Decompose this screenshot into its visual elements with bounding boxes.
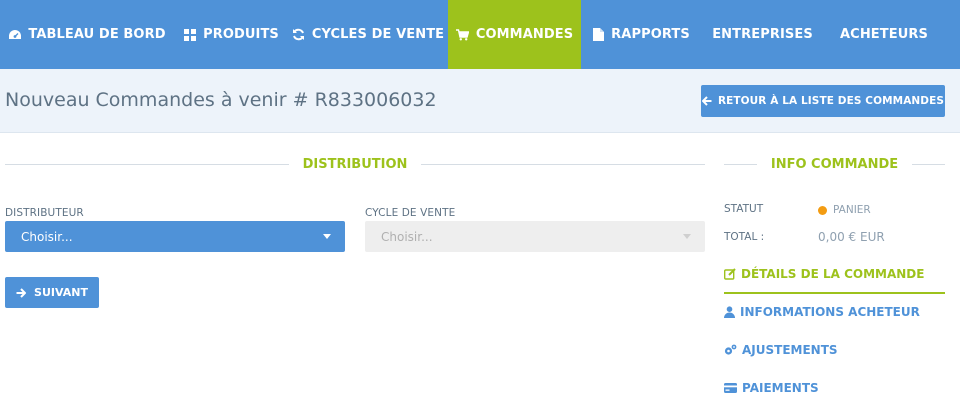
back-to-orders-button[interactable]: RETOUR À LA LISTE DES COMMANDES bbox=[701, 85, 945, 117]
status-value: PANIER bbox=[833, 204, 871, 216]
cogs-icon bbox=[724, 344, 737, 356]
order-details-label: DÉTAILS DE LA COMMANDE bbox=[741, 267, 925, 281]
status-dot-icon bbox=[818, 205, 827, 215]
nav-label: ENTREPRISES bbox=[712, 27, 813, 42]
refresh-icon bbox=[292, 28, 306, 42]
nav-item-produits[interactable]: PRODUITS bbox=[174, 0, 288, 69]
payments-label: PAIEMENTS bbox=[742, 381, 819, 395]
payments-link[interactable]: PAIEMENTS bbox=[724, 381, 819, 395]
nav-label: RAPPORTS bbox=[611, 27, 690, 42]
arrow-right-icon bbox=[16, 287, 27, 298]
page-header: Nouveau Commandes à venir # R833006032 R… bbox=[0, 69, 960, 133]
edit-icon bbox=[724, 268, 736, 280]
order-info-title: INFO COMMANDE bbox=[770, 157, 899, 172]
nav-label: ACHETEURS bbox=[840, 27, 928, 42]
total-value: 0,00 € EUR bbox=[818, 230, 885, 244]
distributor-select-value: Choisir... bbox=[21, 229, 73, 244]
next-button-label: SUIVANT bbox=[34, 286, 88, 299]
user-icon bbox=[724, 306, 735, 318]
next-button[interactable]: SUIVANT bbox=[5, 277, 99, 308]
back-button-label: RETOUR À LA LISTE DES COMMANDES bbox=[717, 95, 945, 107]
sales-cycle-select-value: Choisir... bbox=[381, 229, 433, 244]
file-icon bbox=[591, 28, 605, 42]
status-label: STATUT bbox=[724, 203, 764, 215]
grid-icon bbox=[183, 28, 197, 42]
nav-item-entreprises[interactable]: ENTREPRISES bbox=[700, 0, 825, 69]
main-navbar: TABLEAU DE BORD PRODUITS CYCLES DE VENTE… bbox=[0, 0, 960, 76]
adjustments-label: AJUSTEMENTS bbox=[742, 343, 838, 357]
credit-card-icon bbox=[724, 383, 737, 393]
sales-cycle-select: Choisir... bbox=[365, 221, 705, 252]
nav-item-acheteurs[interactable]: ACHETEURS bbox=[825, 0, 943, 69]
page-title: Nouveau Commandes à venir # R833006032 bbox=[5, 89, 437, 111]
adjustments-link[interactable]: AJUSTEMENTS bbox=[724, 343, 838, 357]
nav-item-cycles-de-vente[interactable]: CYCLES DE VENTE bbox=[288, 0, 448, 69]
buyer-info-label: INFORMATIONS ACHETEUR bbox=[740, 305, 920, 319]
caret-down-icon bbox=[683, 234, 691, 239]
distribution-section-header: DISTRIBUTION bbox=[5, 157, 705, 172]
divider bbox=[421, 164, 705, 165]
nav-item-commandes[interactable]: COMMANDES bbox=[448, 0, 581, 76]
nav-label: PRODUITS bbox=[203, 27, 279, 42]
dashboard-icon bbox=[8, 28, 22, 42]
buyer-info-link[interactable]: INFORMATIONS ACHETEUR bbox=[724, 305, 920, 319]
nav-label: CYCLES DE VENTE bbox=[311, 27, 445, 42]
active-link-underline bbox=[724, 292, 945, 294]
divider bbox=[724, 164, 757, 165]
sales-cycle-label: CYCLE DE VENTE bbox=[365, 207, 456, 219]
arrow-left-icon bbox=[701, 96, 712, 106]
order-info-section-header: INFO COMMANDE bbox=[724, 157, 946, 172]
nav-item-tableau-de-bord[interactable]: TABLEAU DE BORD bbox=[0, 0, 174, 69]
distributor-label: DISTRIBUTEUR bbox=[5, 207, 84, 219]
nav-label: COMMANDES bbox=[475, 27, 574, 42]
caret-down-icon bbox=[323, 234, 331, 239]
nav-label: TABLEAU DE BORD bbox=[28, 27, 166, 42]
status-badge: PANIER bbox=[818, 204, 871, 216]
cart-icon bbox=[456, 28, 470, 42]
distribution-title: DISTRIBUTION bbox=[302, 157, 408, 172]
distributor-select[interactable]: Choisir... bbox=[5, 221, 345, 252]
order-details-link[interactable]: DÉTAILS DE LA COMMANDE bbox=[724, 267, 924, 281]
divider bbox=[5, 164, 289, 165]
divider bbox=[912, 164, 946, 165]
total-label: TOTAL : bbox=[724, 231, 765, 243]
nav-item-rapports[interactable]: RAPPORTS bbox=[581, 0, 700, 69]
